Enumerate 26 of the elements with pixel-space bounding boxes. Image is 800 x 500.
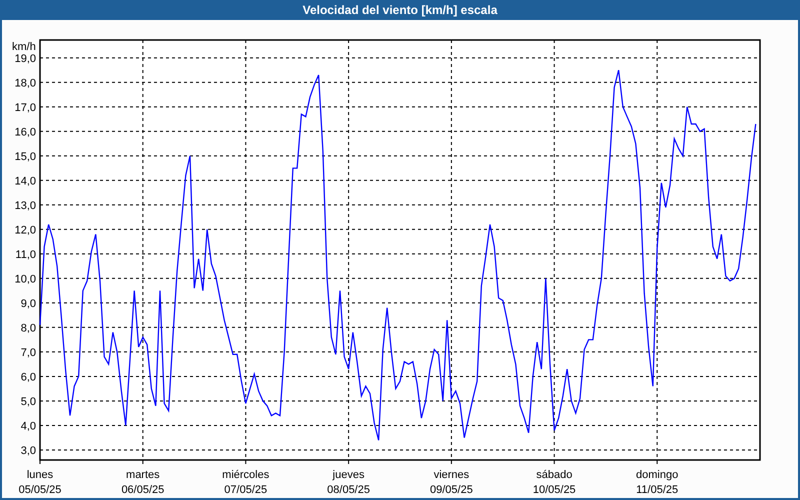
- y-axis-label: 13,0: [14, 200, 36, 212]
- x-axis-label: sábado 10/05/25: [532, 469, 576, 496]
- y-axis-label: 18,0: [14, 77, 36, 90]
- x-axis-label: miércoles 07/05/25: [222, 469, 270, 496]
- y-axis-label: 6,0: [20, 371, 36, 384]
- y-axis-label: 14,0: [14, 175, 36, 188]
- y-axis-label: 4,0: [20, 420, 36, 432]
- y-axis-label: 3,0: [20, 444, 36, 457]
- x-axis-label: martes 06/05/25: [121, 469, 164, 496]
- window-title: Velocidad del viento [km/h] escala: [302, 2, 498, 19]
- x-axis-label: lunes 05/05/25: [18, 469, 62, 496]
- y-axis-label: 10,0: [14, 273, 36, 286]
- y-axis-label: 11,0: [15, 248, 36, 261]
- x-axis-label: jueves 08/05/25: [327, 469, 370, 496]
- y-axis-label: 12,0: [14, 224, 36, 236]
- y-axis-label: 19,0: [14, 52, 36, 65]
- x-axis-label: viernes 09/05/25: [430, 469, 473, 496]
- y-axis-label: 16,0: [14, 126, 36, 138]
- x-axis-label: domingo 11/05/25: [636, 469, 678, 496]
- axis-unit-label: km/h: [12, 41, 36, 53]
- y-axis-label: 5,0: [20, 396, 36, 408]
- y-axis-label: 7,0: [20, 346, 36, 359]
- y-axis-label: 9,0: [20, 298, 36, 310]
- y-axis-label: 8,0: [20, 322, 36, 334]
- y-axis-label: 17,0: [14, 102, 36, 114]
- y-axis-label: 15,0: [14, 150, 36, 163]
